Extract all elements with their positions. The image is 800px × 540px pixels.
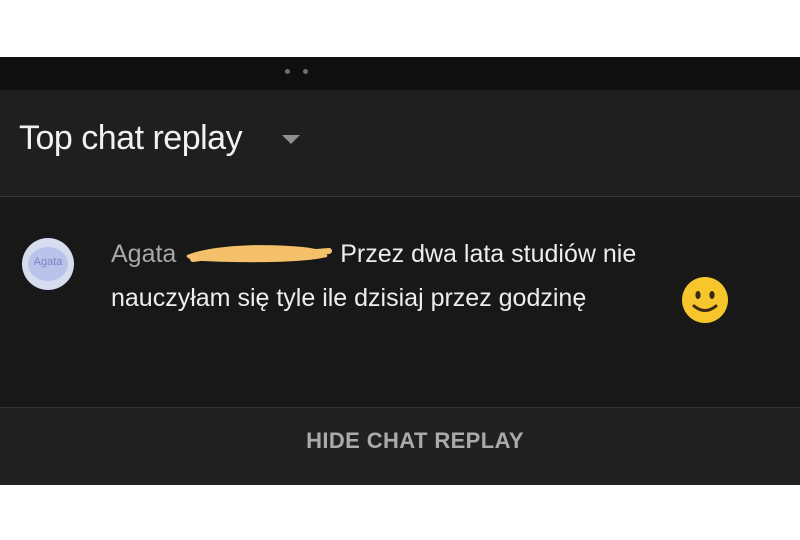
redaction-scribble [186,245,333,263]
avatar-text: Agata [33,256,63,268]
chat-footer: HIDE CHAT REPLAY [0,407,800,485]
chat-replay-panel: Top chat replay Agata Agata Przez dwa la… [0,57,800,485]
author-name[interactable]: Agata [111,240,176,268]
hide-chat-replay-button[interactable]: HIDE CHAT REPLAY [0,428,800,454]
message-text-2: nauczyłam się tyle ile dzisiaj przez god… [111,284,587,312]
chat-message: Agata Agata Przez dwa lata studiów nie n… [0,197,800,407]
message-line-1: Agata Przez dwa lata studiów nie [111,240,636,269]
chat-header: Top chat replay [0,90,800,197]
video-player-bottom-strip [0,57,800,90]
message-text-1: Przez dwa lata studiów nie [340,240,637,268]
avatar[interactable]: Agata [22,238,74,290]
chat-mode-selector-label[interactable]: Top chat replay [19,119,243,158]
loading-dots-icon [285,69,325,75]
slightly-smiling-face-icon [682,277,728,323]
chevron-down-icon[interactable] [282,135,300,144]
